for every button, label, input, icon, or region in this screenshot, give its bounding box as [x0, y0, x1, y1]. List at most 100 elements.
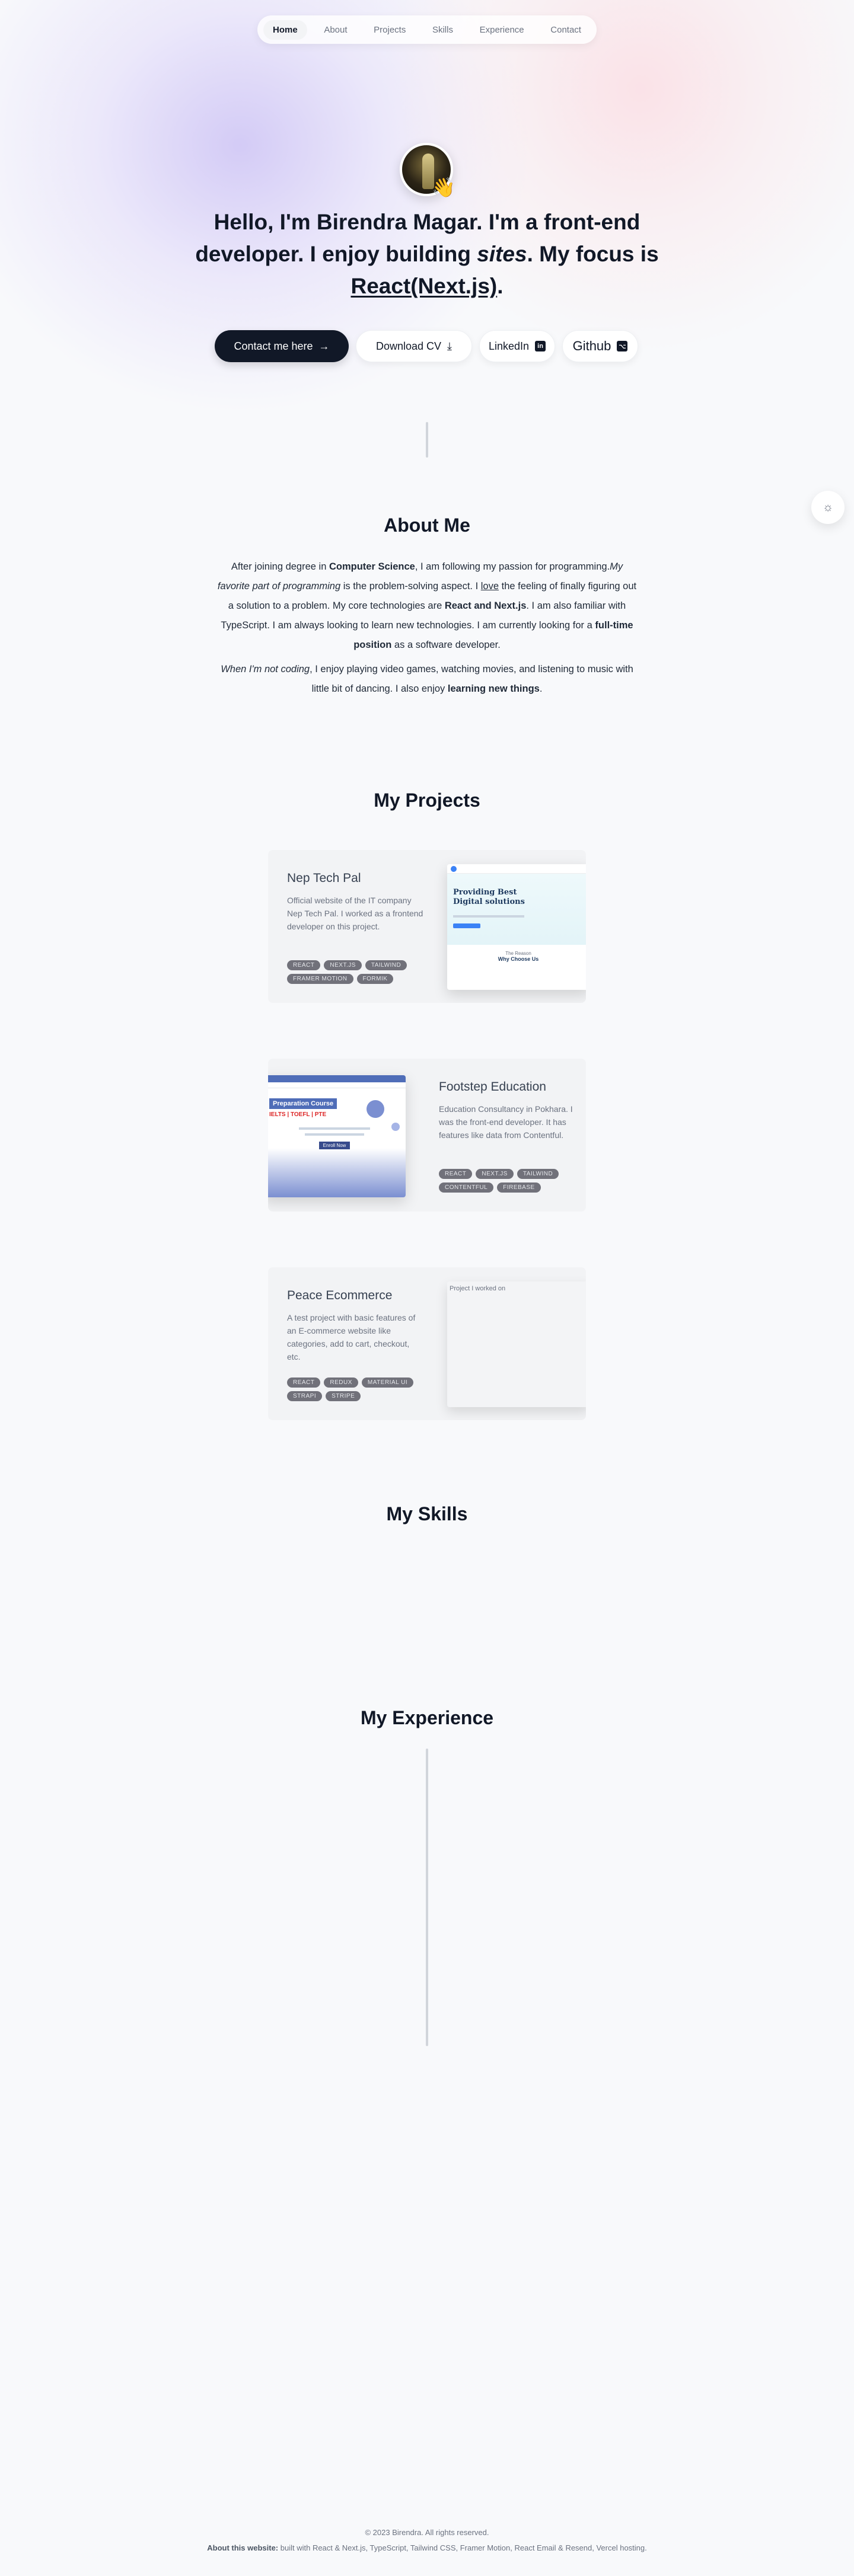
download-icon: ⤓ — [447, 340, 453, 352]
screenshot-sub: The Reason — [505, 951, 531, 956]
nav-item-skills[interactable]: Skills — [423, 20, 463, 40]
project-tag: REACT — [287, 960, 321, 970]
project-tag: FIREBASE — [497, 1182, 541, 1193]
screenshot-sub2: Why Choose Us — [498, 956, 539, 962]
project-tag: NEXT.JS — [476, 1169, 514, 1179]
nav-item-contact[interactable]: Contact — [541, 20, 591, 40]
screenshot-circle — [367, 1100, 384, 1118]
download-cv-button[interactable]: Download CV ⤓ — [356, 330, 472, 362]
hero-focus: . My focus is — [527, 242, 659, 266]
project-tag: MATERIAL UI — [361, 1378, 414, 1388]
project-tag: FORMIK — [356, 974, 394, 984]
project-card-nep-tech-pal[interactable]: Nep Tech Pal Official website of the IT … — [268, 850, 586, 1003]
project-tags: REACT NEXT.JS TAILWIND FRAMER MOTION FOR… — [287, 960, 423, 984]
project-screenshot-broken: Project I worked on — [447, 1281, 586, 1407]
nav-item-experience[interactable]: Experience — [470, 20, 534, 40]
footer-about-label: About this website: — [207, 2543, 279, 2552]
top-navigation: Home About Projects Skills Experience Co… — [257, 15, 597, 44]
project-card-peace-ecommerce[interactable]: Peace Ecommerce A test project with basi… — [268, 1267, 586, 1420]
project-description: Official website of the IT company Nep T… — [287, 896, 423, 931]
project-info: Footstep Education Education Consultancy… — [439, 1080, 575, 1142]
project-description: Education Consultancy in Pokhara. I was … — [439, 1104, 573, 1140]
project-screenshot: Providing Best Digital solutions The Rea… — [447, 864, 586, 990]
screenshot-nav — [268, 1082, 406, 1088]
about-text-part: as a software developer. — [391, 640, 501, 650]
project-card-footstep-education[interactable]: Preparation Course IELTS | TOEFL | PTE E… — [268, 1059, 586, 1212]
screenshot-line — [305, 1133, 364, 1136]
project-title: Footstep Education — [439, 1080, 546, 1094]
linkedin-icon: in — [535, 341, 546, 351]
screenshot-hero: Providing Best Digital solutions — [447, 874, 586, 945]
about-text-part: After joining degree in — [231, 561, 329, 572]
project-screenshot: Preparation Course IELTS | TOEFL | PTE E… — [268, 1075, 406, 1197]
footer: © 2023 Birendra. All rights reserved. Ab… — [0, 2525, 854, 2556]
screenshot-button — [453, 923, 480, 928]
project-tag: FRAMER MOTION — [287, 974, 353, 984]
screenshot-hero-title: Providing Best Digital solutions — [453, 888, 525, 906]
about-text: After joining degree in Computer Science… — [215, 557, 639, 704]
hero-enjoy: I enjoy building — [304, 242, 477, 266]
about-title: About Me — [384, 514, 470, 536]
hero-buttons: Contact me here → Download CV ⤓ LinkedIn… — [215, 330, 639, 362]
nav-item-home[interactable]: Home — [263, 20, 307, 40]
screenshot-footer: The Reason Why Choose Us — [447, 945, 586, 962]
hero-sites: sites — [477, 242, 527, 266]
footer-about-text: built with React & Next.js, TypeScript, … — [278, 2543, 647, 2552]
hero-stack: React(Next.js) — [350, 274, 498, 298]
about-text-part: , I am following my passion for programm… — [415, 561, 610, 572]
hero-end: . — [497, 274, 504, 298]
screenshot-logo-icon — [451, 865, 457, 872]
skills-title: My Skills — [386, 1503, 468, 1524]
linkedin-button[interactable]: LinkedIn in — [479, 330, 555, 362]
project-tag: CONTENTFUL — [439, 1182, 494, 1193]
project-description: A test project with basic features of an… — [287, 1313, 416, 1361]
project-title: Peace Ecommerce — [287, 1289, 393, 1302]
project-tag: NEXT.JS — [324, 960, 362, 970]
nav-item-projects[interactable]: Projects — [364, 20, 415, 40]
linkedin-label: LinkedIn — [488, 340, 530, 352]
screenshot-line — [299, 1127, 370, 1130]
project-title: Nep Tech Pal — [287, 871, 361, 885]
about-italic: When I'm not coding — [221, 664, 310, 675]
experience-title: My Experience — [360, 1707, 494, 1728]
project-tags: REACT NEXT.JS TAILWIND CONTENTFUL FIREBA… — [439, 1169, 575, 1193]
project-tag: STRAPI — [287, 1391, 323, 1401]
project-tag: TAILWIND — [517, 1169, 559, 1179]
project-tag: STRIPE — [326, 1391, 361, 1401]
project-info: Nep Tech Pal Official website of the IT … — [287, 871, 423, 933]
experience-timeline-line — [426, 1749, 428, 2046]
about-underline: love — [480, 581, 499, 592]
project-tag: REACT — [287, 1378, 321, 1388]
screenshot-hero: Preparation Course IELTS | TOEFL | PTE E… — [268, 1088, 406, 1197]
about-paragraph-1: After joining degree in Computer Science… — [215, 557, 639, 655]
sun-icon: ☼ — [822, 500, 834, 514]
about-paragraph-2: When I'm not coding, I enjoy playing vid… — [215, 660, 639, 699]
github-label: Github — [572, 338, 611, 353]
screenshot-circle — [391, 1123, 400, 1131]
broken-image-alt: Project I worked on — [450, 1285, 506, 1292]
github-button[interactable]: Github ⌥ — [562, 330, 638, 362]
hero-im-a: I'm a — [482, 210, 544, 234]
github-icon: ⌥ — [617, 341, 628, 351]
project-tag: TAILWIND — [365, 960, 407, 970]
contact-button-label: Contact me here — [234, 340, 313, 352]
screenshot-header — [447, 864, 586, 874]
about-text-part: is the problem-solving aspect. I — [340, 581, 481, 592]
section-divider — [426, 422, 428, 458]
nav-item-about[interactable]: About — [314, 20, 356, 40]
project-tags: REACT REDUX MATERIAL UI STRAPI STRIPE — [287, 1378, 423, 1401]
footer-about: About this website: built with React & N… — [0, 2540, 854, 2556]
contact-button[interactable]: Contact me here → — [215, 330, 349, 362]
footer-copyright: © 2023 Birendra. All rights reserved. — [365, 2528, 489, 2537]
about-text-part: . — [539, 683, 543, 694]
download-cv-label: Download CV — [375, 340, 442, 352]
project-tag: REDUX — [324, 1378, 358, 1388]
screenshot-topbar — [268, 1075, 406, 1082]
hero-greeting: Hello, I'm Birendra Magar. — [214, 210, 483, 234]
arrow-right-icon: → — [318, 340, 330, 352]
screenshot-line — [453, 915, 524, 918]
screenshot-cta: Enroll Now — [319, 1142, 350, 1149]
hero-intro: Hello, I'm Birendra Magar. I'm a front-e… — [178, 206, 676, 302]
projects-title: My Projects — [374, 790, 480, 811]
about-highlight: learning new things — [447, 683, 540, 694]
